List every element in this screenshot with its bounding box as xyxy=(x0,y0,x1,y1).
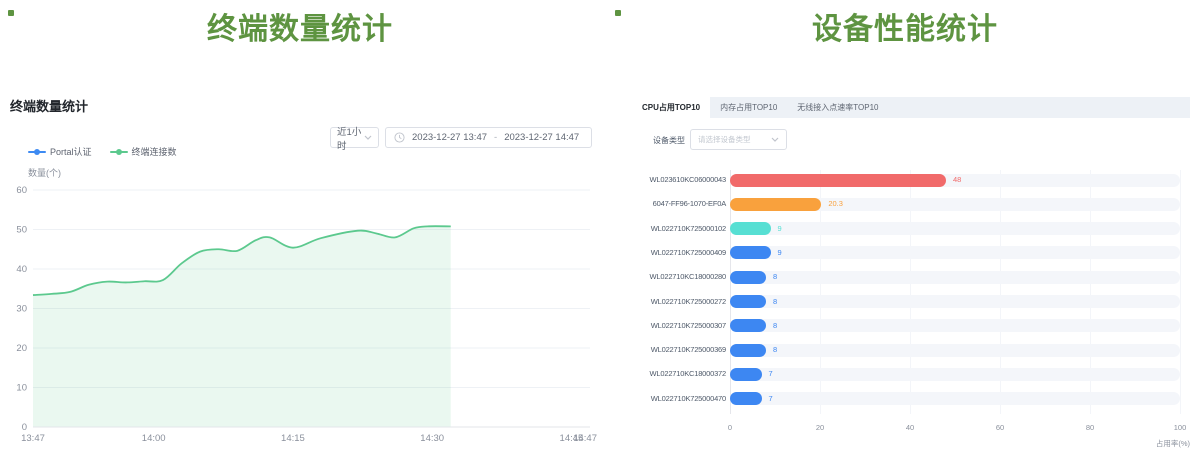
bar xyxy=(730,222,771,235)
bar-value-label: 7 xyxy=(769,387,773,411)
bar-value-label: 9 xyxy=(778,241,782,265)
y-tick-label: 40 xyxy=(16,264,27,275)
date-range-separator: - xyxy=(494,132,497,143)
bar xyxy=(730,344,766,357)
line-chart-legend: Portal认证 终端连接数 xyxy=(28,146,177,157)
chevron-down-icon xyxy=(364,135,372,140)
x-tick-label: 14:30 xyxy=(420,433,444,444)
bar-row: 6047-FF96-1070-EF0A 20.3 xyxy=(640,192,1190,216)
device-label: 6047-FF96-1070-EF0A xyxy=(640,192,726,216)
y-tick-label: 10 xyxy=(16,383,27,394)
bar-track xyxy=(730,295,1180,308)
tab-0[interactable]: CPU占用TOP10 xyxy=(632,97,710,118)
date-range-end: 2023-12-27 14:47 xyxy=(504,132,579,143)
x-tick-label: 14:00 xyxy=(142,433,166,444)
x-tick-label: 60 xyxy=(985,423,1015,432)
bar-value-label: 9 xyxy=(778,217,782,241)
y-tick-label: 60 xyxy=(16,185,27,196)
y-tick-label: 20 xyxy=(16,343,27,354)
bar-track xyxy=(730,222,1180,235)
y-tick-label: 0 xyxy=(22,422,27,433)
device-label: WL022710K725000369 xyxy=(640,338,726,362)
clock-icon xyxy=(394,132,405,143)
bar-track xyxy=(730,368,1180,381)
bar-row: WL022710K725000409 9 xyxy=(640,241,1190,265)
bar xyxy=(730,174,946,187)
tab-1[interactable]: 内存占用TOP10 xyxy=(710,97,787,118)
time-range-select-value: 近1小时 xyxy=(337,124,364,152)
bar xyxy=(730,246,771,259)
time-range-select[interactable]: 近1小时 xyxy=(330,127,379,148)
bar-track xyxy=(730,271,1180,284)
y-axis-title: 数量(个) xyxy=(28,166,61,179)
legend-marker-icon xyxy=(110,148,128,156)
dashboard: 终端数量统计 设备性能统计 终端数量统计 近1小时 2023-12-27 13:… xyxy=(0,0,1200,456)
bar-track xyxy=(730,246,1180,259)
bar xyxy=(730,392,762,405)
bar-value-label: 8 xyxy=(773,314,777,338)
x-tick-label: 80 xyxy=(1075,423,1105,432)
legend-label: 终端连接数 xyxy=(132,145,177,158)
device-label: WL022710K725000409 xyxy=(640,241,726,265)
x-tick-label: 14:47 xyxy=(573,433,597,444)
terminal-count-panel-title: 终端数量统计 xyxy=(10,96,88,115)
tab-2[interactable]: 无线接入点速率TOP10 xyxy=(787,97,888,118)
x-tick-label: 13:47 xyxy=(21,433,45,444)
legend-item-0[interactable]: Portal认证 xyxy=(28,145,92,158)
bar-track xyxy=(730,319,1180,332)
legend-label: Portal认证 xyxy=(50,145,92,158)
bar-row: WL023610KC06000043 48 xyxy=(640,168,1190,192)
x-tick-label: 14:15 xyxy=(281,433,305,444)
device-label: WL022710K725000102 xyxy=(640,217,726,241)
bar-value-label: 20.3 xyxy=(828,192,843,216)
bar xyxy=(730,319,766,332)
date-range-start: 2023-12-27 13:47 xyxy=(412,132,487,143)
right-section-heading: 设备性能统计 xyxy=(610,8,1200,52)
device-label: WL022710K725000307 xyxy=(640,314,726,338)
left-section-heading: 终端数量统计 xyxy=(0,8,600,52)
device-label: WL022710KC18000280 xyxy=(640,265,726,289)
bar xyxy=(730,295,766,308)
y-tick-label: 30 xyxy=(16,304,27,315)
y-tick-label: 50 xyxy=(16,225,27,236)
bar-row: WL022710K725000102 9 xyxy=(640,217,1190,241)
bar xyxy=(730,198,821,211)
device-label: WL022710K725000470 xyxy=(640,387,726,411)
bar-row: WL022710K725000272 8 xyxy=(640,290,1190,314)
x-tick-label: 100 xyxy=(1165,423,1195,432)
bar-row: WL022710K725000307 8 xyxy=(640,314,1190,338)
area-fill xyxy=(33,226,451,427)
bar-value-label: 8 xyxy=(773,265,777,289)
x-axis-title: 占用率(%) xyxy=(1100,438,1190,449)
bar-value-label: 48 xyxy=(953,168,961,192)
legend-marker-icon xyxy=(28,148,46,156)
bar-row: WL022710KC18000280 8 xyxy=(640,265,1190,289)
device-label: WL022710KC18000372 xyxy=(640,362,726,386)
device-type-select[interactable]: 请选择设备类型 xyxy=(690,129,787,150)
bar-row: WL022710K725000369 8 xyxy=(640,338,1190,362)
device-type-placeholder: 请选择设备类型 xyxy=(698,134,751,145)
bar xyxy=(730,368,762,381)
date-range-picker[interactable]: 2023-12-27 13:47 - 2023-12-27 14:47 xyxy=(385,127,592,148)
x-tick-label: 0 xyxy=(715,423,745,432)
chevron-down-icon xyxy=(771,137,779,142)
x-tick-label: 40 xyxy=(895,423,925,432)
performance-tabbar: CPU占用TOP10内存占用TOP10无线接入点速率TOP10 xyxy=(632,97,1190,118)
bar-value-label: 7 xyxy=(769,362,773,386)
terminal-count-chart: 010203040506013:4714:0014:1514:3014:4514… xyxy=(0,180,600,456)
bar xyxy=(730,271,766,284)
legend-item-1[interactable]: 终端连接数 xyxy=(110,145,177,158)
bar-row: WL022710K725000470 7 xyxy=(640,387,1190,411)
bar-value-label: 8 xyxy=(773,290,777,314)
device-label: WL023610KC06000043 xyxy=(640,168,726,192)
bar-track xyxy=(730,344,1180,357)
bar-value-label: 8 xyxy=(773,338,777,362)
bar-track xyxy=(730,392,1180,405)
device-label: WL022710K725000272 xyxy=(640,290,726,314)
bar-row: WL022710KC18000372 7 xyxy=(640,362,1190,386)
device-type-label: 设备类型 xyxy=(653,135,685,146)
x-tick-label: 20 xyxy=(805,423,835,432)
